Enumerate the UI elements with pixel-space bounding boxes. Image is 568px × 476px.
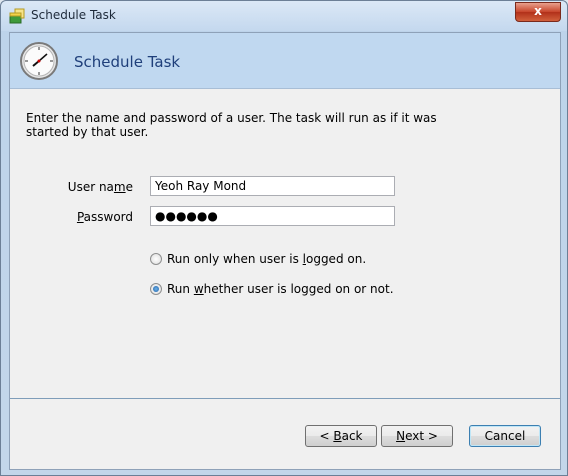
password-input[interactable] — [150, 206, 395, 226]
radio-button-logged-on[interactable] — [150, 253, 162, 265]
wizard-footer: < Back Next > Cancel — [10, 399, 560, 469]
close-button[interactable]: x — [515, 2, 561, 22]
title-bar[interactable]: Schedule Task x — [1, 1, 567, 31]
wizard-client-area: Schedule Task Enter the name and passwor… — [9, 32, 561, 470]
radio-label-logged-on-text-end: ogged on. — [305, 252, 367, 266]
task-scheduler-app-icon — [9, 8, 25, 24]
next-button[interactable]: Next > — [381, 425, 453, 447]
back-button-hotkey: B — [333, 429, 342, 443]
instruction-text: Enter the name and password of a user. T… — [26, 111, 437, 139]
cancel-button[interactable]: Cancel — [469, 425, 541, 447]
password-label-hotkey: P — [76, 210, 84, 224]
cancel-button-text: Cancel — [484, 429, 526, 443]
schedule-task-window: Schedule Task x Schedule Task Enter the … — [0, 0, 568, 476]
clock-icon — [20, 42, 58, 80]
user-name-input[interactable] — [150, 176, 395, 196]
radio-label-whether-logged-on[interactable]: Run whether user is logged on or not. — [167, 282, 394, 296]
back-button[interactable]: < Back — [305, 425, 377, 447]
radio-button-whether-logged-on[interactable] — [150, 283, 162, 295]
password-label-text-end: assword — [83, 210, 133, 224]
user-name-label: User name — [38, 180, 133, 194]
password-label: Password — [38, 210, 133, 224]
next-button-text-end: ext > — [405, 429, 438, 443]
radio-label-logged-on[interactable]: Run only when user is logged on. — [167, 252, 366, 266]
back-button-text-end: ack — [341, 429, 363, 443]
user-name-label-text-end: e — [125, 180, 133, 194]
back-button-text: < — [319, 429, 334, 443]
radio-label-whether-hotkey: w — [193, 282, 204, 296]
user-name-label-hotkey: m — [113, 180, 126, 194]
wizard-header: Schedule Task — [10, 33, 560, 89]
window-title: Schedule Task — [31, 8, 116, 22]
page-title: Schedule Task — [74, 53, 181, 71]
wizard-content: Enter the name and password of a user. T… — [10, 89, 560, 399]
radio-label-whether-text: Run — [167, 282, 194, 296]
radio-label-logged-on-text: Run only when user is — [167, 252, 303, 266]
next-button-hotkey: N — [396, 429, 406, 443]
user-name-label-text: User na — [67, 180, 114, 194]
close-icon: x — [534, 4, 542, 18]
radio-label-whether-text-end: hether user is logged on or not. — [203, 282, 394, 296]
